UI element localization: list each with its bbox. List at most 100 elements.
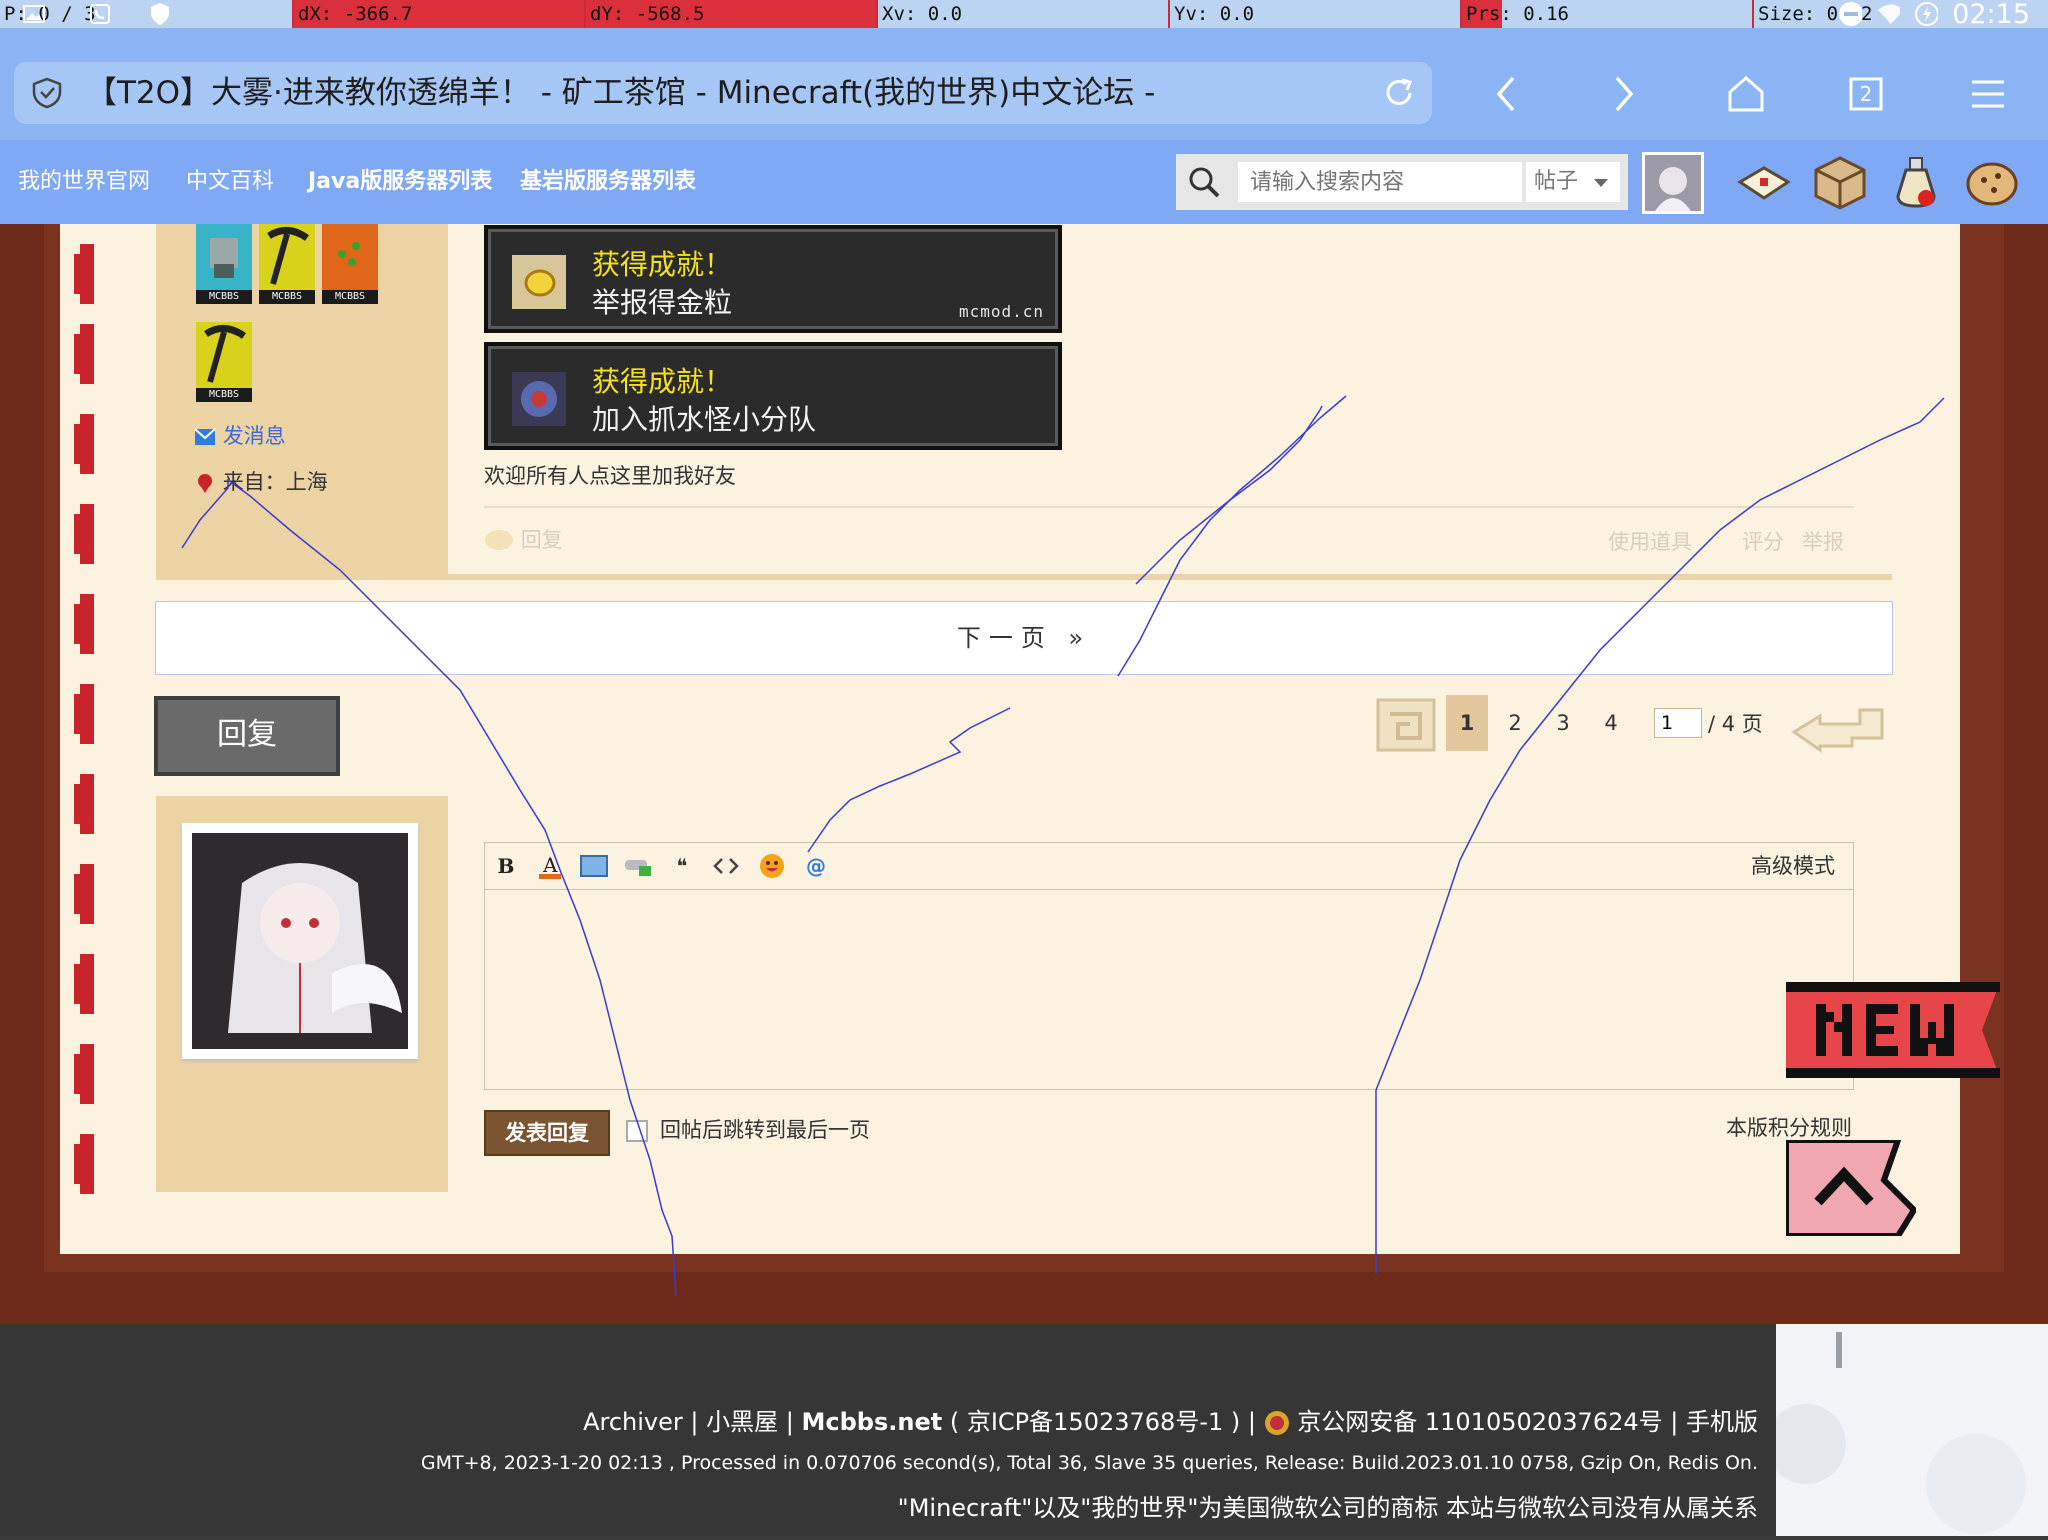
search-input[interactable]	[1238, 162, 1522, 202]
potion-icon[interactable]	[1886, 152, 1946, 212]
site-nav: 我的世界官网 中文百科 Java版服务器列表 基岩版服务器列表 帖子	[0, 140, 2048, 224]
reply-button[interactable]: 回复	[154, 696, 340, 776]
divider	[484, 506, 1854, 508]
signature-link[interactable]: 欢迎所有人点这里加我好友	[484, 460, 736, 490]
medal-badge[interactable]: MCBBS	[196, 224, 252, 304]
blacklist-link[interactable]: 小黑屋	[706, 1408, 778, 1436]
site-link[interactable]: Mcbbs.net	[802, 1408, 943, 1436]
user-avatar[interactable]	[1642, 152, 1704, 214]
tabs-button[interactable]: 2	[1840, 68, 1892, 120]
prev-page-icon[interactable]	[1374, 694, 1438, 756]
message-icon[interactable]	[1734, 152, 1794, 212]
nav-java-servers[interactable]: Java版服务器列表	[308, 140, 492, 224]
location-label: 来自：上海	[222, 470, 328, 494]
rate-link[interactable]: 评分	[1742, 526, 1784, 556]
crafting-table-icon[interactable]	[1810, 152, 1870, 212]
icp-link[interactable]: ( 京ICP备15023768号-1 ) |	[950, 1408, 1256, 1436]
prs-text: Prs: 0.16	[1466, 3, 1569, 25]
nav-wiki[interactable]: 中文百科	[186, 140, 274, 224]
achievement-title: 获得成就！	[592, 248, 733, 281]
post-divider	[156, 574, 1892, 580]
browser-toolbar: 【T2O】大雾·进来教你透绵羊！ - 矿工茶馆 - Minecraft(我的世界…	[0, 28, 2048, 140]
medal-badge[interactable]: MCBBS	[196, 322, 252, 402]
jump-last-page-checkbox[interactable]	[626, 1120, 648, 1142]
medal-badge[interactable]: MCBBS	[322, 224, 378, 304]
submit-reply-button[interactable]: 发表回复	[484, 1110, 610, 1156]
home-icon[interactable]	[1720, 68, 1772, 120]
tab-count: 2	[1859, 82, 1873, 106]
separator: |	[690, 1408, 699, 1436]
achievement-desc: 举报得金粒	[592, 286, 733, 319]
editor-toolbar: B A ❝ @ 高级模式	[485, 843, 1853, 890]
separator: |	[785, 1408, 794, 1436]
code-icon[interactable]	[711, 851, 741, 881]
chevron-down-icon	[1594, 179, 1608, 187]
dx-readout: dX: -366.7	[292, 0, 584, 28]
book-spine	[74, 244, 94, 1194]
medal-badge[interactable]: MCBBS	[259, 224, 315, 304]
quote-icon[interactable]: ❝	[667, 851, 697, 881]
back-to-top-icon[interactable]	[1783, 1137, 1918, 1239]
report-link[interactable]: 举报	[1802, 526, 1844, 556]
mobile-version-link[interactable]: | 手机版	[1670, 1408, 1758, 1436]
shield-status-icon	[148, 2, 172, 26]
page-2[interactable]: 2	[1494, 695, 1536, 751]
image-icon[interactable]	[579, 851, 609, 881]
search-type-select[interactable]: 帖子	[1526, 162, 1620, 202]
nav-official-site[interactable]: 我的世界官网	[18, 140, 150, 224]
phone-icon	[88, 2, 112, 26]
badge-caption: MCBBS	[322, 290, 378, 304]
forward-icon[interactable]	[1598, 68, 1650, 120]
page-jump-input[interactable]	[1654, 708, 1702, 738]
guardian-icon	[512, 372, 566, 426]
shield-icon[interactable]	[30, 76, 64, 110]
reply-link[interactable]: 回复	[484, 524, 563, 554]
location-pin-icon	[198, 474, 212, 493]
search-icon[interactable]	[1186, 164, 1222, 200]
page-4[interactable]: 4	[1590, 695, 1632, 751]
dnd-icon	[1838, 2, 1863, 26]
bold-icon[interactable]: B	[491, 851, 521, 881]
font-color-icon[interactable]: A	[535, 851, 565, 881]
reply-textarea[interactable]	[485, 890, 1857, 1094]
prs-readout: Prs: 0.16	[1460, 0, 1752, 28]
advanced-mode-link[interactable]: 高级模式	[1751, 843, 1835, 889]
send-message-link[interactable]: 发消息	[194, 420, 286, 450]
nav-bedrock-servers[interactable]: 基岩版服务器列表	[520, 140, 696, 224]
police-record-link[interactable]: 京公网安备 11010502037624号	[1297, 1408, 1662, 1436]
mention-icon[interactable]: @	[801, 851, 831, 881]
address-bar[interactable]: 【T2O】大雾·进来教你透绵羊！ - 矿工茶馆 - Minecraft(我的世界…	[14, 62, 1432, 124]
link-icon[interactable]	[623, 851, 653, 881]
achievement-source: mcmod.cn	[958, 302, 1044, 321]
page-3[interactable]: 3	[1542, 695, 1584, 751]
gold-nugget-icon	[512, 255, 566, 309]
use-item-link[interactable]: 使用道具	[1608, 526, 1692, 556]
achievement-title: 获得成就！	[592, 365, 733, 398]
next-page-button[interactable]: 下一页 »	[155, 601, 1893, 675]
search-box: 帖子	[1176, 154, 1628, 210]
status-bar: P: 0 / 3 dX: -366.7 dY: -568.5 Xv: 0.0 Y…	[0, 0, 2048, 30]
archiver-link[interactable]: Archiver	[583, 1408, 683, 1436]
snow-background	[1766, 1324, 2048, 1536]
reply-bubble-icon	[485, 530, 513, 550]
reload-icon[interactable]	[1380, 74, 1418, 112]
back-icon[interactable]	[1480, 68, 1532, 120]
next-page-arrow-icon[interactable]	[1790, 698, 1890, 758]
page-title[interactable]: 【T2O】大雾·进来教你透绵羊！ - 矿工茶馆 - Minecraft(我的世界…	[86, 62, 1376, 124]
achievement-card: 获得成就！ 举报得金粒 mcmod.cn	[484, 225, 1062, 333]
reply-editor: B A ❝ @ 高级模式	[484, 842, 1857, 1094]
footer-links: Archiver | 小黑屋 | Mcbbs.net ( 京ICP备150237…	[583, 1402, 1758, 1437]
cookie-icon[interactable]	[1962, 152, 2022, 212]
dx-text: dX: -366.7	[298, 3, 413, 25]
menu-icon[interactable]	[1962, 68, 2014, 120]
achievement-desc: 加入抓水怪小分队	[592, 403, 817, 436]
dy-text: dY: -568.5	[590, 3, 705, 25]
reply-avatar[interactable]	[182, 823, 418, 1059]
scoring-rules-link[interactable]: 本版积分规则	[1726, 1112, 1852, 1142]
achievement-card: 获得成就！ 加入抓水怪小分队	[484, 342, 1062, 450]
smiley-icon[interactable]	[757, 851, 787, 881]
page-1[interactable]: 1	[1446, 695, 1488, 751]
badge-caption: MCBBS	[259, 290, 315, 304]
new-tag-icon	[1786, 982, 2000, 1078]
badge-caption: MCBBS	[196, 290, 252, 304]
